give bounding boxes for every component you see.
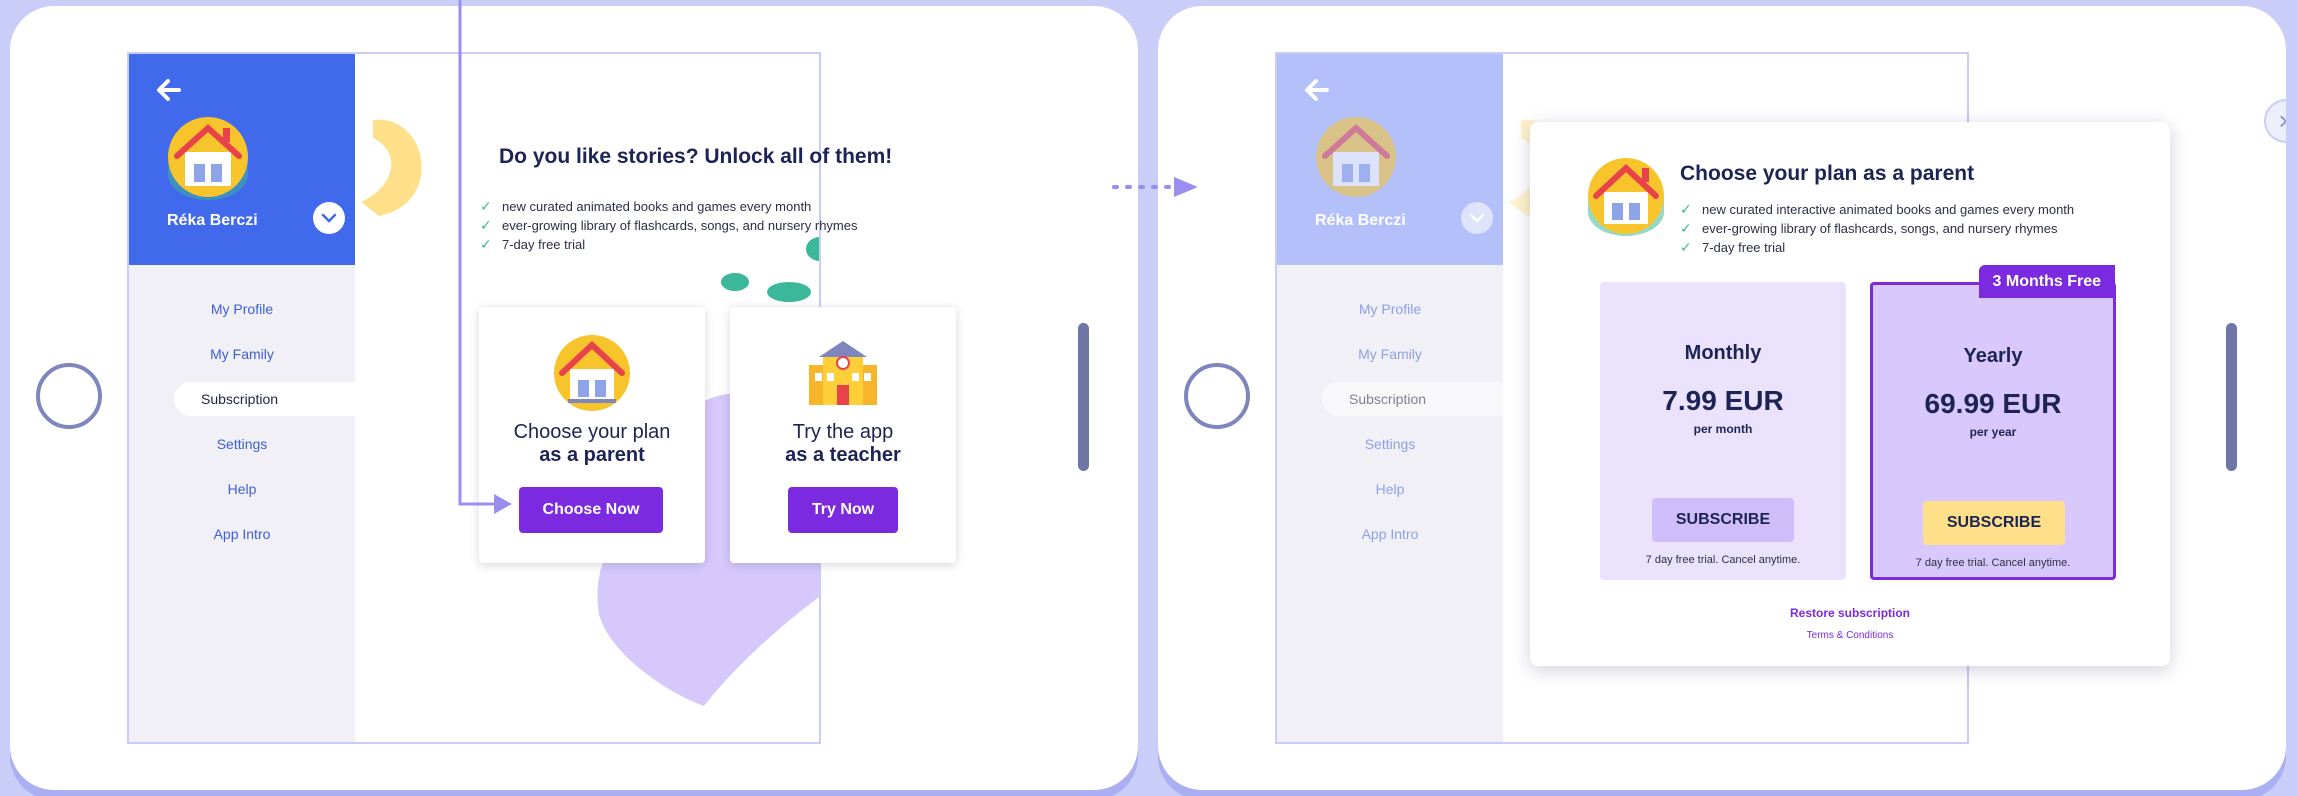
sidebar-item-help[interactable]: Help <box>1277 466 1503 511</box>
profile-dropdown-button[interactable] <box>1461 202 1493 234</box>
sidebar-nav: My Profile My Family Subscription Settin… <box>1277 286 1503 556</box>
page-headline: Do you like stories? Unlock all of them! <box>499 145 893 168</box>
sidebar-item-settings[interactable]: Settings <box>129 421 355 466</box>
feature-item: ✓ ever-growing library of flashcards, son… <box>480 217 858 233</box>
feature-item: ✓ 7-day free trial <box>1680 239 1786 255</box>
plan-period: per month <box>1693 422 1753 436</box>
plan-modal: Choose your plan as a parent ✓ new curate… <box>1530 122 2170 666</box>
check-icon: ✓ <box>480 236 492 252</box>
tablet-right: Réka Berczi My Profile My Family Subscri… <box>1158 6 2286 790</box>
choose-now-button[interactable]: Choose Now <box>519 487 663 533</box>
side-button[interactable] <box>1078 323 1089 471</box>
check-icon: ✓ <box>1680 220 1692 236</box>
sidebar-item-settings[interactable]: Settings <box>1277 421 1503 466</box>
teal-blob <box>721 273 749 291</box>
profile-name: Réka Berczi <box>1315 212 1406 229</box>
home-button[interactable] <box>36 363 102 429</box>
check-icon: ✓ <box>480 198 492 214</box>
sidebar-item-my-family[interactable]: My Family <box>1277 331 1503 376</box>
home-button[interactable] <box>1184 363 1250 429</box>
sidebar: Réka Berczi My Profile My Family Subscri… <box>129 54 355 742</box>
chevron-down-icon <box>1469 213 1485 223</box>
terms-link[interactable]: Terms & Conditions <box>1530 630 2170 641</box>
close-button[interactable]: × <box>2264 99 2286 143</box>
restore-subscription-link[interactable]: Restore subscription <box>1530 606 2170 620</box>
house-icon <box>554 335 630 411</box>
plan-price: 7.99 EUR <box>1662 385 1784 416</box>
sidebar-nav: My Profile My Family Subscription Settin… <box>129 286 355 556</box>
feature-list: ✓ new curated animated books and games ev… <box>480 197 857 254</box>
profile-panel: Réka Berczi <box>1277 54 1503 265</box>
sidebar-item-my-profile[interactable]: My Profile <box>1277 286 1503 331</box>
plan-note: 7 day free trial. Cancel anytime. <box>1645 554 1801 566</box>
sidebar-item-my-family[interactable]: My Family <box>129 331 355 376</box>
plan-price: 69.99 EUR <box>1924 388 2062 419</box>
profile-panel: Réka Berczi <box>129 54 355 265</box>
plan-note: 7 day free trial. Cancel anytime. <box>1915 557 2071 569</box>
side-button[interactable] <box>2226 323 2237 471</box>
profile-dropdown-button[interactable] <box>313 202 345 234</box>
card-subtitle: as a teacher <box>785 444 901 466</box>
check-icon: ✓ <box>1680 239 1692 255</box>
card-subtitle: as a parent <box>539 444 645 466</box>
sidebar-item-app-intro[interactable]: App Intro <box>129 511 355 556</box>
feature-item: ✓ 7-day free trial <box>480 236 586 252</box>
feature-item: ✓ new curated interactive animated books … <box>1680 201 2075 217</box>
check-icon: ✓ <box>480 217 492 233</box>
card-title: Try the app <box>792 421 894 443</box>
plan-badge: 3 Months Free <box>1978 265 2115 298</box>
teal-blob <box>767 282 811 302</box>
card-title: Choose your plan <box>513 421 671 443</box>
sidebar: Réka Berczi My Profile My Family Subscri… <box>1277 54 1503 742</box>
plan-name: Monthly <box>1684 342 1762 364</box>
try-now-button[interactable]: Try Now <box>788 487 898 533</box>
sidebar-item-subscription[interactable]: Subscription <box>1322 382 1503 416</box>
sidebar-item-help[interactable]: Help <box>129 466 355 511</box>
back-arrow-icon[interactable] <box>149 70 189 110</box>
house-icon <box>1588 158 1664 236</box>
profile-name: Réka Berczi <box>167 212 258 229</box>
sidebar-item-my-profile[interactable]: My Profile <box>129 286 355 331</box>
house-avatar-icon <box>168 117 248 200</box>
yellow-blob <box>361 119 422 216</box>
close-icon: × <box>2278 106 2286 137</box>
feature-item: ✓ ever-growing library of flashcards, son… <box>1680 220 2058 236</box>
plan-monthly[interactable]: Monthly 7.99 EUR per month SUBSCRIBE 7 d… <box>1600 282 1846 580</box>
check-icon: ✓ <box>1680 201 1692 217</box>
parent-plan-card: Choose your plan as a parent Choose Now <box>479 307 705 563</box>
subscribe-monthly-button[interactable]: SUBSCRIBE <box>1652 498 1794 542</box>
plan-period: per year <box>1969 425 2017 439</box>
back-arrow-icon[interactable] <box>1297 70 1337 110</box>
feature-list: ✓ new curated interactive animated books … <box>1680 200 2074 257</box>
tablet-left: Réka Berczi My Profile My Family Subscri… <box>10 6 1138 790</box>
plan-yearly[interactable]: 3 Months Free Yearly 69.99 EUR per year … <box>1870 265 2116 580</box>
teacher-card: Try the app as a teacher Try Now <box>730 307 956 563</box>
school-icon <box>805 335 881 411</box>
sidebar-item-subscription[interactable]: Subscription <box>174 382 355 416</box>
feature-item: ✓ new curated animated books and games ev… <box>480 198 812 214</box>
chevron-down-icon <box>321 213 337 223</box>
plan-name: Yearly <box>1963 345 2023 367</box>
subscribe-yearly-button[interactable]: SUBSCRIBE <box>1923 501 2065 545</box>
house-avatar-icon <box>1316 117 1396 197</box>
modal-title: Choose your plan as a parent <box>1680 162 1975 185</box>
sidebar-item-app-intro[interactable]: App Intro <box>1277 511 1503 556</box>
